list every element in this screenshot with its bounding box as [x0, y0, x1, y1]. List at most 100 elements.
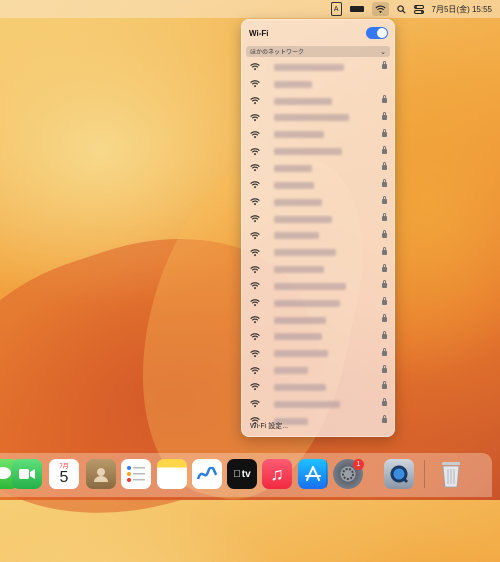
- search-icon[interactable]: [396, 3, 406, 15]
- network-name: [274, 249, 336, 257]
- network-row[interactable]: [242, 295, 394, 312]
- menu-bar: A 7月5日(金) 15:55: [0, 0, 500, 18]
- notification-badge: 1: [353, 459, 364, 470]
- network-name: [274, 80, 312, 88]
- wifi-signal-icon: [250, 215, 260, 223]
- network-row[interactable]: [242, 211, 394, 228]
- wifi-signal-icon: [250, 400, 260, 408]
- network-name: [274, 131, 324, 139]
- lock-icon: [382, 415, 387, 424]
- lock-icon: [382, 128, 387, 138]
- lock-icon: [382, 263, 387, 273]
- network-row[interactable]: [242, 345, 394, 362]
- wifi-signal-icon: [250, 383, 260, 391]
- network-row[interactable]: [242, 227, 394, 244]
- lock-icon: [382, 297, 387, 306]
- wifi-title: Wi-Fi: [249, 28, 269, 38]
- network-name: [274, 181, 314, 189]
- wifi-settings-link[interactable]: Wi-Fi 設定...: [250, 421, 288, 431]
- network-row[interactable]: [242, 93, 394, 110]
- notes-icon[interactable]: [157, 459, 187, 489]
- chevron-down-icon: ⌄: [380, 48, 386, 56]
- wifi-signal-icon: [250, 350, 260, 358]
- network-name: [274, 198, 322, 206]
- lock-icon: [382, 95, 387, 104]
- network-row[interactable]: [242, 59, 394, 76]
- network-row[interactable]: [242, 278, 394, 295]
- network-name: [274, 148, 342, 156]
- lock-icon: [382, 111, 387, 121]
- network-row[interactable]: [242, 126, 394, 143]
- wifi-signal-icon: [250, 366, 260, 374]
- freeform-icon[interactable]: [192, 459, 222, 489]
- network-name: [274, 97, 332, 105]
- lock-icon: [382, 280, 387, 289]
- network-name: [274, 266, 324, 274]
- network-list: [242, 59, 394, 430]
- wifi-menu-icon[interactable]: [371, 2, 389, 16]
- wifi-toggle[interactable]: [366, 27, 388, 39]
- wifi-signal-icon: [250, 148, 260, 155]
- lock-icon: [382, 330, 387, 340]
- network-name: [274, 232, 319, 240]
- lock-icon: [382, 314, 387, 323]
- network-row[interactable]: [242, 261, 394, 278]
- wifi-header: Wi-Fi: [249, 24, 388, 42]
- lock-icon: [382, 145, 387, 155]
- trash-icon[interactable]: [436, 459, 466, 489]
- other-networks-label: ほかのネットワーク: [250, 50, 305, 56]
- network-name: [274, 114, 349, 122]
- network-row[interactable]: [242, 329, 394, 346]
- control-center-icon[interactable]: [413, 3, 424, 15]
- lock-icon: [382, 196, 387, 205]
- lock-icon: [382, 229, 387, 239]
- music-icon[interactable]: ♫: [262, 459, 292, 489]
- wifi-signal-icon: [250, 265, 260, 273]
- wifi-signal-icon: [250, 181, 260, 189]
- wifi-signal-icon: [250, 80, 260, 88]
- calendar-day: 5: [59, 469, 69, 486]
- tv-icon[interactable]: tv: [227, 459, 257, 489]
- network-row[interactable]: [242, 379, 394, 396]
- lock-icon: [382, 162, 387, 171]
- facetime-icon[interactable]: [12, 459, 42, 489]
- lock-icon: [382, 213, 387, 222]
- network-row[interactable]: [242, 194, 394, 211]
- calendar-icon[interactable]: 7月 5: [49, 459, 79, 489]
- wifi-signal-icon: [250, 232, 260, 240]
- network-row[interactable]: [242, 143, 394, 160]
- lock-icon: [382, 381, 387, 390]
- input-source-indicator[interactable]: A: [330, 2, 342, 16]
- network-row[interactable]: [242, 177, 394, 194]
- wifi-signal-icon: [250, 299, 260, 307]
- wifi-signal-icon: [250, 164, 260, 172]
- network-row[interactable]: [242, 76, 394, 93]
- wifi-signal-icon: [250, 114, 260, 122]
- reminders-icon[interactable]: [121, 459, 151, 489]
- battery-icon[interactable]: [349, 3, 364, 15]
- network-name: [274, 164, 312, 172]
- network-row[interactable]: [242, 160, 394, 177]
- other-networks-header[interactable]: ほかのネットワーク ⌄: [246, 46, 390, 57]
- menu-bar-clock[interactable]: 7月5日(金) 15:55: [432, 4, 492, 15]
- network-name: [274, 333, 322, 341]
- quicktime-icon[interactable]: [384, 459, 414, 489]
- network-row[interactable]: [242, 244, 394, 261]
- dock-divider: [326, 460, 327, 488]
- wifi-signal-icon: [250, 63, 260, 71]
- contacts-icon[interactable]: [86, 459, 116, 489]
- network-row[interactable]: [242, 110, 394, 127]
- network-name: [274, 282, 346, 290]
- network-name: [274, 63, 344, 71]
- lock-icon: [382, 347, 387, 357]
- app-store-icon[interactable]: [298, 459, 328, 489]
- network-name: [274, 400, 340, 408]
- network-row[interactable]: [242, 312, 394, 329]
- lock-icon: [382, 61, 387, 70]
- network-row[interactable]: [242, 396, 394, 413]
- network-row[interactable]: [242, 362, 394, 379]
- network-name: [274, 367, 308, 375]
- dock-divider: [424, 460, 425, 488]
- tv-label: tv: [238, 468, 251, 480]
- wifi-signal-icon: [250, 333, 260, 341]
